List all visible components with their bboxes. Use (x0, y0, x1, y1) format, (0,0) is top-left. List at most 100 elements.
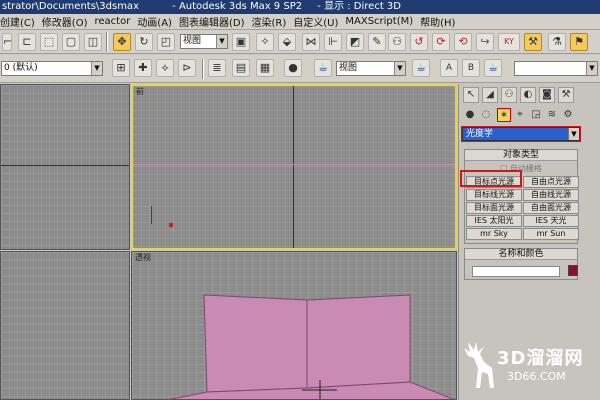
target-point-highlight-frame (460, 170, 522, 187)
angle-snap-a-icon[interactable]: A (440, 59, 458, 77)
systems-icon[interactable]: ⚙ (561, 108, 575, 122)
target-linear-light-button[interactable]: 目标线光源 (466, 189, 522, 201)
menu-customize[interactable]: 自定义(U) (293, 14, 345, 29)
set-key-icon[interactable]: ⚑ (570, 33, 588, 51)
snap-icon[interactable]: ⬙ (278, 33, 296, 51)
quick-render-teapot-icon[interactable]: ☕ (412, 59, 430, 77)
spacewarps-icon[interactable]: ≋ (545, 108, 559, 122)
material-editor-icon[interactable]: ↺ (410, 33, 428, 51)
name-color-rollout: 名称和颜色 (464, 248, 578, 280)
region-select-icon[interactable]: ▢ (62, 33, 80, 51)
layer-list-icon[interactable]: ≣ (208, 59, 226, 77)
scale-icon[interactable]: ◰ (157, 33, 175, 51)
lights-icon[interactable]: ✶ (497, 108, 511, 122)
display-tab-icon[interactable]: ◙ (539, 87, 555, 103)
layers-toolbar: 0 (默认) ▼ ⊞ ✚ ⟡ ⊳ ≣ ▤ ▦ ● ☕ 视图 ▼ ☕ A B ☕ ▼ (0, 55, 600, 83)
mr-sky-button[interactable]: mr Sky (466, 228, 522, 240)
light-marker (169, 223, 173, 227)
select-icon[interactable]: ⬚ (40, 33, 58, 51)
select-manipulate-icon[interactable]: ✧ (256, 33, 274, 51)
menu-modifiers[interactable]: 修改器(O) (42, 14, 95, 29)
spinner-snap-icon[interactable]: ☕ (484, 59, 502, 77)
free-linear-light-button[interactable]: 自由线光源 (523, 189, 579, 201)
layer-dropdown[interactable]: 0 (默认) ▼ (1, 61, 103, 76)
menu-help[interactable]: 帮助(H) (420, 14, 462, 29)
reference-coordinate-dropdown[interactable]: 视图 ▼ (180, 34, 228, 49)
render-frame-icon[interactable]: ⟲ (454, 33, 472, 51)
free-point-light-button[interactable]: 自由点光源 (523, 176, 579, 188)
material-balls-icon[interactable]: ● (284, 59, 302, 77)
axis-line-horizontal (1, 165, 129, 166)
perspective-scene (169, 294, 455, 399)
align-icon[interactable]: ⊩ (324, 33, 342, 51)
layer-manager-icon[interactable]: ◩ (346, 33, 364, 51)
menu-graph-editors[interactable]: 图表编辑器(D) (179, 14, 252, 29)
shapes-icon[interactable]: ◌ (479, 108, 493, 122)
select-in-layer-icon[interactable]: ⟡ (156, 59, 174, 77)
back-plane (306, 294, 411, 389)
object-type-header[interactable]: 对象类型 (465, 150, 577, 161)
track-view-icon[interactable]: ▤ (232, 59, 250, 77)
quick-render-icon[interactable]: ↪ (476, 33, 494, 51)
render-view-dropdown[interactable]: 视图 ▼ (336, 61, 406, 76)
named-selection-dropdown[interactable]: ▼ (514, 61, 598, 76)
viewport-top[interactable] (0, 84, 130, 250)
object-name-field[interactable] (472, 266, 560, 277)
menu-reactor[interactable]: reactor (94, 16, 137, 27)
render-teapot-icon[interactable]: ☕ (314, 59, 332, 77)
geometry-icon[interactable]: ● (463, 108, 477, 122)
set-current-layer-icon[interactable]: ⊳ (178, 59, 196, 77)
target-area-light-button[interactable]: 目标面光源 (466, 202, 522, 214)
light-target-line (151, 206, 152, 224)
light-category-dropdown[interactable]: 光度学 ▼ (462, 127, 580, 141)
auto-key-icon[interactable]: ⚗ (548, 33, 566, 51)
percent-snap-b-icon[interactable]: B (462, 59, 480, 77)
link-icon[interactable]: ⌐ (2, 33, 12, 51)
viewport-front[interactable]: 前 (131, 84, 457, 250)
mirror-icon[interactable]: ⋈ (302, 33, 320, 51)
unlink-icon[interactable]: ⊏ (18, 33, 36, 51)
object-type-rollout: 对象类型 ☐ 自动栅格 目标点光源 自由点光源 目标线光源 自由线光源 目标面光… (464, 149, 579, 244)
add-to-layer-icon[interactable]: ✚ (134, 59, 152, 77)
display-mode: - 显示 : Direct 3D (317, 1, 401, 12)
deer-logo-icon (464, 342, 494, 388)
toolbar-separator (202, 59, 204, 79)
object-properties-icon[interactable]: ⊞ (112, 59, 130, 77)
helpers-icon[interactable]: ◲ (529, 108, 543, 122)
create-tab-icon[interactable]: ↖ (463, 87, 479, 103)
watermark: 3D溜溜网 3D66.COM (452, 330, 600, 400)
curve-editor-icon[interactable]: ✎ (368, 33, 386, 51)
hierarchy-tab-icon[interactable]: ⚇ (501, 87, 517, 103)
schematic-view-icon[interactable]: ⚇ (388, 33, 406, 51)
chevron-down-icon: ▼ (91, 62, 102, 75)
menu-rendering[interactable]: 渲染(R) (251, 14, 293, 29)
free-area-light-button[interactable]: 自由面光源 (523, 202, 579, 214)
mr-sun-button[interactable]: mr Sun (523, 228, 579, 240)
menu-create[interactable]: 创建(C) (0, 14, 42, 29)
viewport-perspective[interactable]: 透视 (131, 251, 457, 400)
cameras-icon[interactable]: ⌖ (513, 108, 527, 122)
render-window-icon[interactable]: ▦ (256, 59, 274, 77)
name-color-header[interactable]: 名称和颜色 (465, 249, 577, 260)
ies-sky-button[interactable]: IES 天光 (523, 215, 579, 227)
menu-maxscript[interactable]: MAXScript(M) (345, 16, 420, 27)
axis-line-vertical (293, 86, 294, 248)
utilities-tab-icon[interactable]: ⚒ (558, 87, 574, 103)
viewport-label-front[interactable]: 前 (136, 86, 144, 97)
selection-lock-icon[interactable]: ⚒ (524, 33, 542, 51)
pivot-center-icon[interactable]: ▣ (232, 33, 250, 51)
modify-tab-icon[interactable]: ◢ (482, 87, 498, 103)
chevron-down-icon: ▼ (586, 62, 597, 75)
motion-tab-icon[interactable]: ◐ (520, 87, 536, 103)
object-color-swatch[interactable] (568, 265, 578, 276)
rotate-icon[interactable]: ↻ (135, 33, 153, 51)
menu-animation[interactable]: 动画(A) (137, 14, 179, 29)
title-bar: strator\Documents\3dsmax - Autodesk 3ds … (0, 0, 600, 14)
viewport-left[interactable] (0, 251, 130, 400)
render-setup-icon[interactable]: ⟳ (432, 33, 450, 51)
ies-sun-button[interactable]: IES 太阳光 (466, 215, 522, 227)
toolbar-separator (106, 32, 108, 52)
key-mode-icon[interactable]: KY (498, 33, 520, 51)
window-crossing-icon[interactable]: ◫ (84, 33, 102, 51)
move-icon[interactable]: ✥ (113, 33, 131, 51)
